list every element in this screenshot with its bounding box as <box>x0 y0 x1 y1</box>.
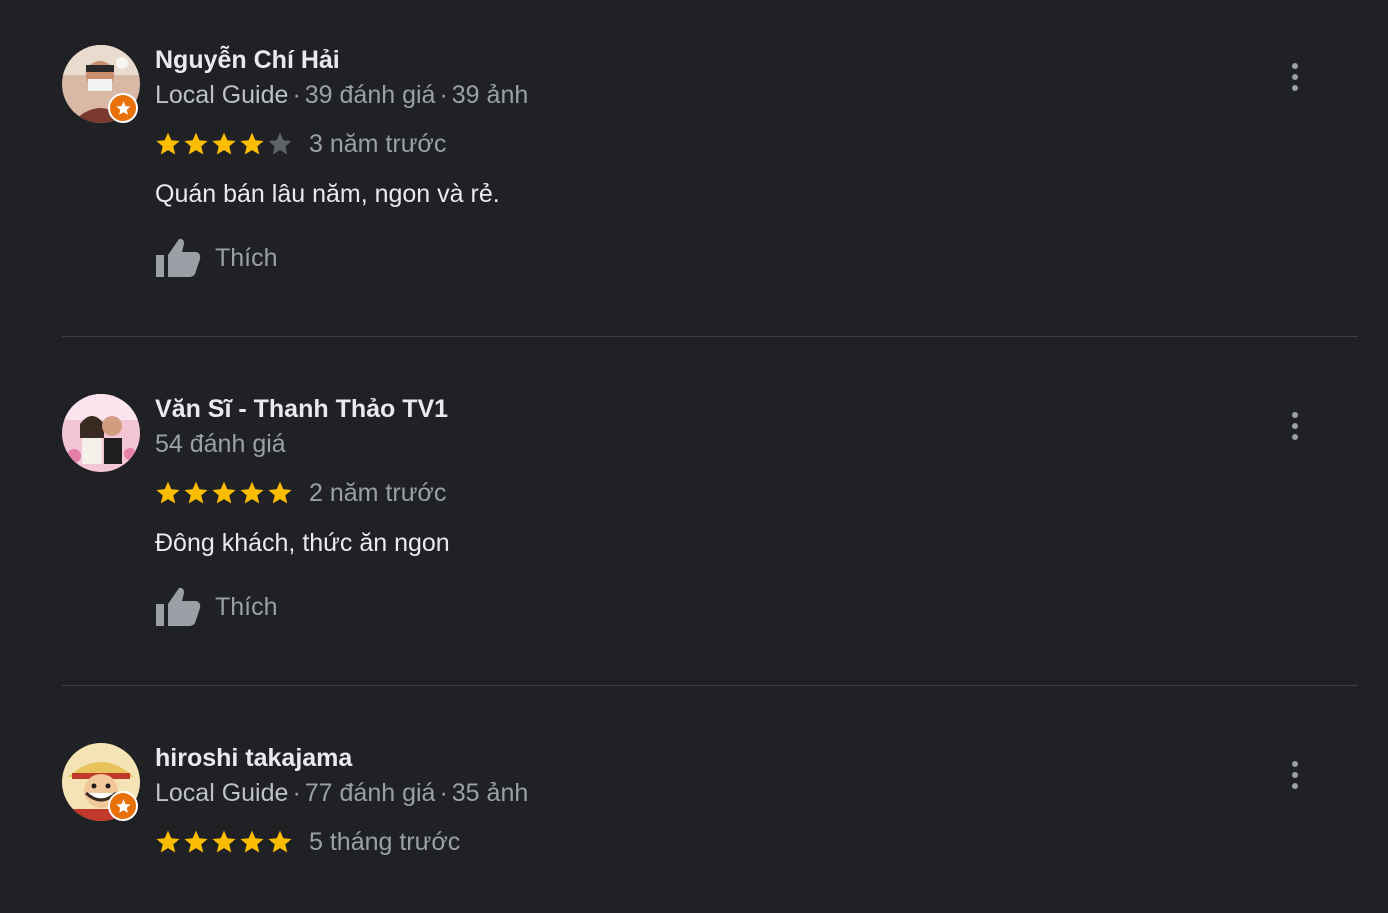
star-filled-icon <box>184 481 208 504</box>
star-empty-icon <box>268 132 292 155</box>
star-filled-icon <box>240 132 264 155</box>
reviewer-name[interactable]: Văn Sĩ - Thanh Thảo TV1 <box>155 394 448 424</box>
local-guide-label: Local Guide <box>155 81 289 109</box>
review-count: 39 đánh giá <box>304 81 436 109</box>
more-vertical-icon <box>1292 63 1298 91</box>
thumb-up-icon <box>155 586 201 628</box>
star-filled-icon <box>212 830 236 853</box>
star-filled-icon <box>184 830 208 853</box>
review-text: Đông khách, thức ăn ngon <box>155 529 450 557</box>
like-label: Thích <box>215 593 278 621</box>
more-options-button[interactable] <box>1280 57 1310 97</box>
rating-row: 2 năm trước <box>155 478 446 508</box>
local-guide-label: Local Guide <box>155 779 289 807</box>
photo-count: 35 ảnh <box>451 779 529 807</box>
review-divider <box>62 685 1358 686</box>
reviewer-meta: Local Guide · 77 đánh giá · 35 ảnh <box>155 778 528 808</box>
like-button[interactable]: Thích <box>155 236 278 280</box>
star-filled-icon <box>156 830 180 853</box>
star-filled-icon <box>212 481 236 504</box>
meta-separator: · <box>292 81 301 109</box>
meta-separator: · <box>439 81 448 109</box>
star-filled-icon <box>268 481 292 504</box>
avatar[interactable] <box>62 394 140 472</box>
star-filled-icon <box>212 132 236 155</box>
star-rating <box>155 131 295 157</box>
more-vertical-icon <box>1292 412 1298 440</box>
like-button[interactable]: Thích <box>155 585 278 629</box>
review-count: 77 đánh giá <box>304 779 436 807</box>
review-divider <box>62 336 1358 337</box>
star-filled-icon <box>156 132 180 155</box>
like-label: Thích <box>215 244 278 272</box>
reviewer-name[interactable]: hiroshi takajama <box>155 743 352 773</box>
rating-row: 3 năm trước <box>155 129 446 159</box>
star-filled-icon <box>156 481 180 504</box>
photo-count: 39 ảnh <box>451 81 529 109</box>
rating-row: 5 tháng trước <box>155 827 460 857</box>
local-guide-badge-icon <box>108 791 138 821</box>
star-filled-icon <box>268 830 292 853</box>
star-filled-icon <box>184 132 208 155</box>
review-count: 54 đánh giá <box>155 430 286 458</box>
meta-separator: · <box>292 779 301 807</box>
star-filled-icon <box>240 481 264 504</box>
meta-separator: · <box>439 779 448 807</box>
review-date: 3 năm trước <box>309 130 447 158</box>
review-date: 2 năm trước <box>309 479 447 507</box>
reviewer-name[interactable]: Nguyễn Chí Hải <box>155 45 340 75</box>
star-filled-icon <box>240 830 264 853</box>
review-text: Quán bán lâu năm, ngon và rẻ. <box>155 180 500 208</box>
local-guide-badge-icon <box>108 93 138 123</box>
more-vertical-icon <box>1292 761 1298 789</box>
star-rating <box>155 829 295 855</box>
reviewer-meta: Local Guide · 39 đánh giá · 39 ảnh <box>155 80 528 110</box>
review-date: 5 tháng trước <box>309 828 461 856</box>
more-options-button[interactable] <box>1280 406 1310 446</box>
thumb-up-icon <box>155 237 201 279</box>
reviewer-meta: 54 đánh giá <box>155 429 286 459</box>
star-rating <box>155 480 295 506</box>
more-options-button[interactable] <box>1280 755 1310 795</box>
